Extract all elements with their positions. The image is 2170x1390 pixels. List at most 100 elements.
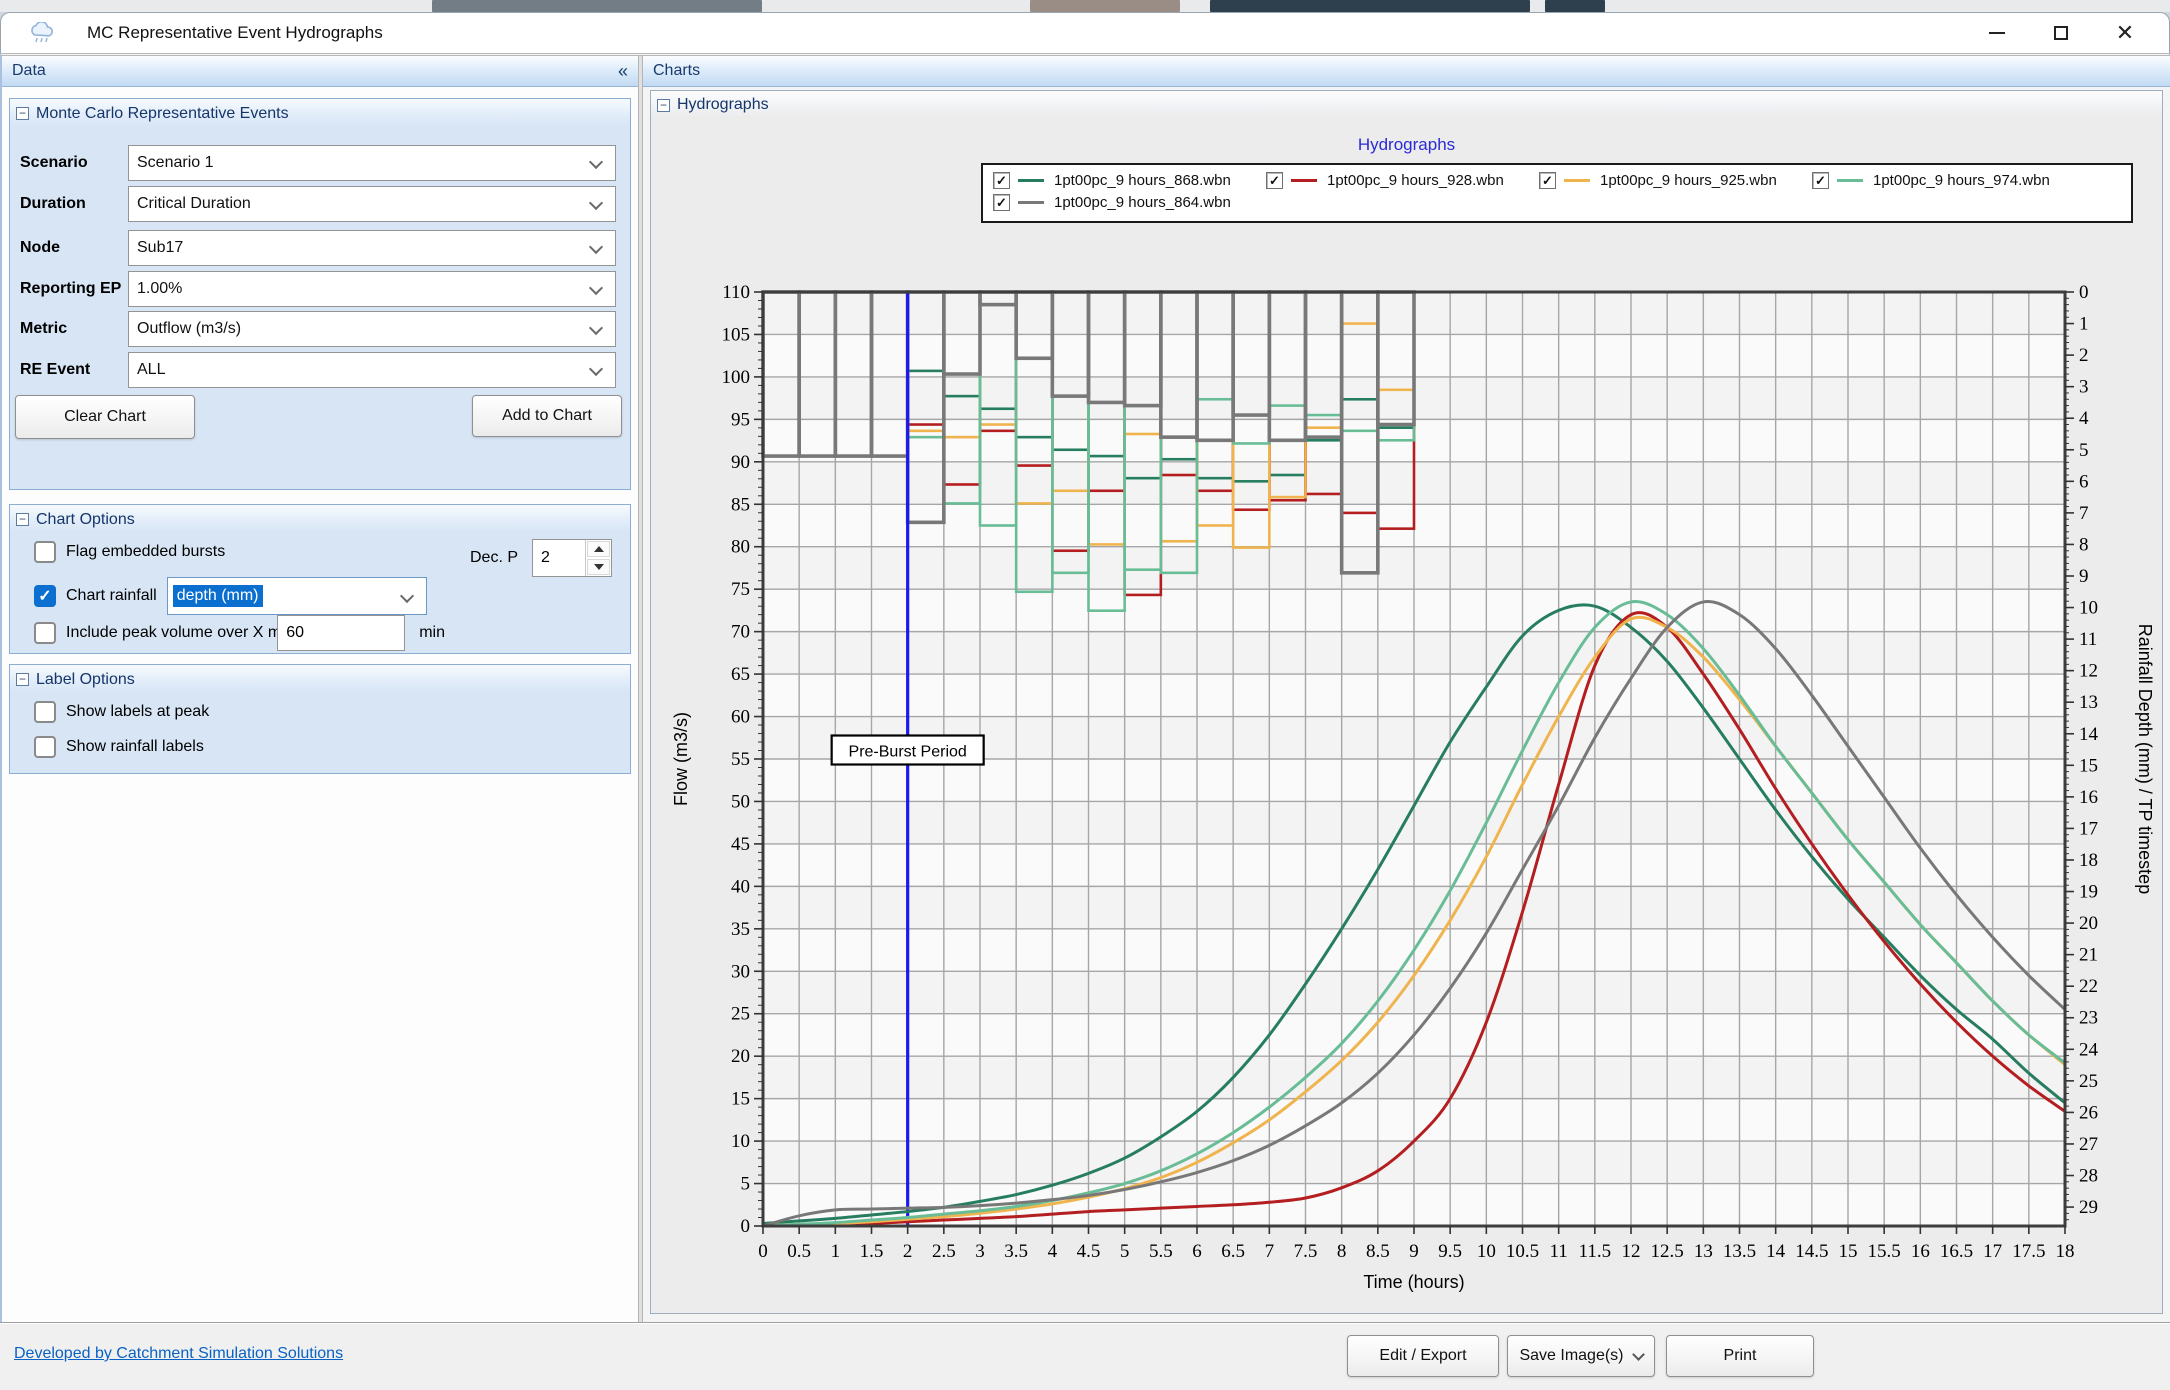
show-rainfall-labels-checkbox[interactable] xyxy=(34,736,56,758)
svg-text:8.5: 8.5 xyxy=(1366,1241,1390,1262)
svg-text:2: 2 xyxy=(2079,345,2089,366)
background-window-strip xyxy=(0,0,2170,12)
svg-text:15: 15 xyxy=(2079,755,2098,776)
svg-text:1.5: 1.5 xyxy=(860,1241,884,1262)
svg-text:80: 80 xyxy=(731,537,750,558)
chevron-down-icon xyxy=(589,321,603,335)
show-labels-at-peak-checkbox[interactable] xyxy=(34,701,56,723)
svg-text:18: 18 xyxy=(2079,850,2098,871)
min-label: min xyxy=(419,624,445,642)
svg-text:110: 110 xyxy=(722,282,750,303)
svg-text:8: 8 xyxy=(2079,534,2089,555)
svg-text:0.5: 0.5 xyxy=(787,1241,811,1262)
svg-text:9.5: 9.5 xyxy=(1438,1241,1462,1262)
svg-text:3.5: 3.5 xyxy=(1004,1241,1028,1262)
svg-text:5.5: 5.5 xyxy=(1149,1241,1173,1262)
collapse-group-icon[interactable]: − xyxy=(16,513,29,526)
svg-text:15: 15 xyxy=(1839,1241,1858,1262)
scenario-value: Scenario 1 xyxy=(137,154,214,172)
collapse-group-icon[interactable]: − xyxy=(16,107,29,120)
collapse-group-icon[interactable]: − xyxy=(16,673,29,686)
svg-text:95: 95 xyxy=(731,409,750,430)
chevron-down-icon xyxy=(589,155,603,169)
node-value: Sub17 xyxy=(137,239,183,257)
background-window-fragment xyxy=(432,0,762,12)
maximize-button[interactable] xyxy=(2029,13,2093,53)
svg-text:15: 15 xyxy=(731,1089,750,1110)
chart-options-group: − Chart Options Flag embedded bursts Dec… xyxy=(9,504,631,654)
panel-collapse-button[interactable]: « xyxy=(618,61,628,82)
svg-text:8: 8 xyxy=(1337,1241,1347,1262)
duration-value: Critical Duration xyxy=(137,195,251,213)
chart-rainfall-checkbox[interactable]: ✓ xyxy=(34,585,56,607)
chevron-down-icon xyxy=(400,589,414,603)
svg-text:19: 19 xyxy=(2079,882,2098,903)
reporting-ep-select[interactable]: 1.00% xyxy=(128,271,616,307)
collapse-group-icon[interactable]: − xyxy=(657,99,670,112)
re-event-value: ALL xyxy=(137,361,165,379)
edit-export-button[interactable]: Edit / Export xyxy=(1347,1335,1499,1377)
scenario-select[interactable]: Scenario 1 xyxy=(128,145,616,181)
include-peak-volume-checkbox[interactable] xyxy=(34,622,56,644)
data-panel: Data « − Monte Carlo Representative Even… xyxy=(2,56,638,1325)
svg-text:16: 16 xyxy=(2079,787,2098,808)
label-options-group: − Label Options Show labels at peak Show… xyxy=(9,664,631,774)
spinner-down-button[interactable] xyxy=(587,559,610,575)
svg-text:5: 5 xyxy=(2079,440,2089,461)
close-button[interactable]: ✕ xyxy=(2093,13,2157,53)
svg-text:14: 14 xyxy=(1766,1241,1786,1262)
metric-select[interactable]: Outflow (m3/s) xyxy=(128,311,616,347)
svg-text:29: 29 xyxy=(2079,1197,2098,1218)
app-window: MC Representative Event Hydrographs ✕ Da… xyxy=(0,0,2170,1390)
svg-text:65: 65 xyxy=(731,664,750,685)
node-label: Node xyxy=(10,239,128,257)
clear-chart-button[interactable]: Clear Chart xyxy=(15,395,195,439)
svg-text:20: 20 xyxy=(731,1046,750,1067)
mc-events-group: − Monte Carlo Representative Events Scen… xyxy=(9,98,631,490)
mc-events-group-header: − Monte Carlo Representative Events xyxy=(10,99,630,126)
svg-text:23: 23 xyxy=(2079,1008,2098,1029)
minimize-button[interactable] xyxy=(1965,13,2029,53)
flag-embedded-bursts-checkbox[interactable] xyxy=(34,541,56,563)
main-area: Data « − Monte Carlo Representative Even… xyxy=(0,53,2170,1322)
chevron-down-icon xyxy=(1632,1348,1645,1361)
svg-text:35: 35 xyxy=(731,919,750,940)
svg-text:10: 10 xyxy=(2079,598,2098,619)
add-to-chart-button[interactable]: Add to Chart xyxy=(472,395,622,437)
svg-text:12.5: 12.5 xyxy=(1651,1241,1684,1262)
svg-text:55: 55 xyxy=(731,749,750,770)
label-options-title: Label Options xyxy=(36,671,135,689)
svg-text:Flow (m3/s): Flow (m3/s) xyxy=(671,712,691,806)
title-bar: MC Representative Event Hydrographs ✕ xyxy=(0,12,2170,53)
svg-text:17: 17 xyxy=(2079,818,2098,839)
svg-text:12: 12 xyxy=(1622,1241,1641,1262)
svg-text:21: 21 xyxy=(2079,945,2098,966)
svg-text:11.5: 11.5 xyxy=(1579,1241,1612,1262)
developer-link[interactable]: Developed by Catchment Simulation Soluti… xyxy=(14,1345,343,1363)
save-images-button[interactable]: Save Image(s) xyxy=(1507,1335,1655,1377)
print-button[interactable]: Print xyxy=(1666,1335,1814,1377)
hydrograph-chart[interactable]: Pre-Burst Period051015202530354045505560… xyxy=(651,119,2162,1313)
svg-text:22: 22 xyxy=(2079,976,2098,997)
duration-select[interactable]: Critical Duration xyxy=(128,186,616,222)
svg-text:1: 1 xyxy=(831,1241,841,1262)
re-event-select[interactable]: ALL xyxy=(128,352,616,388)
svg-text:50: 50 xyxy=(731,791,750,812)
save-images-label: Save Image(s) xyxy=(1519,1347,1623,1365)
svg-text:5: 5 xyxy=(1120,1241,1130,1262)
svg-text:Pre-Burst Period: Pre-Burst Period xyxy=(849,744,967,761)
rainfall-mode-select[interactable]: depth (mm) xyxy=(167,577,427,615)
spinner-up-button[interactable] xyxy=(587,541,610,557)
svg-text:27: 27 xyxy=(2079,1134,2098,1155)
svg-text:4: 4 xyxy=(1048,1241,1058,1262)
svg-text:Time (hours): Time (hours) xyxy=(1363,1272,1464,1292)
node-select[interactable]: Sub17 xyxy=(128,230,616,266)
svg-text:13: 13 xyxy=(1694,1241,1713,1262)
svg-text:40: 40 xyxy=(731,876,750,897)
svg-text:25: 25 xyxy=(731,1004,750,1025)
dec-p-spinner[interactable]: 2 xyxy=(532,539,612,577)
peak-minutes-input[interactable]: 60 xyxy=(277,615,405,651)
svg-text:18: 18 xyxy=(2056,1241,2075,1262)
svg-text:Rainfall Depth (mm) / TP times: Rainfall Depth (mm) / TP timestep xyxy=(2135,624,2155,894)
chevron-down-icon xyxy=(589,240,603,254)
